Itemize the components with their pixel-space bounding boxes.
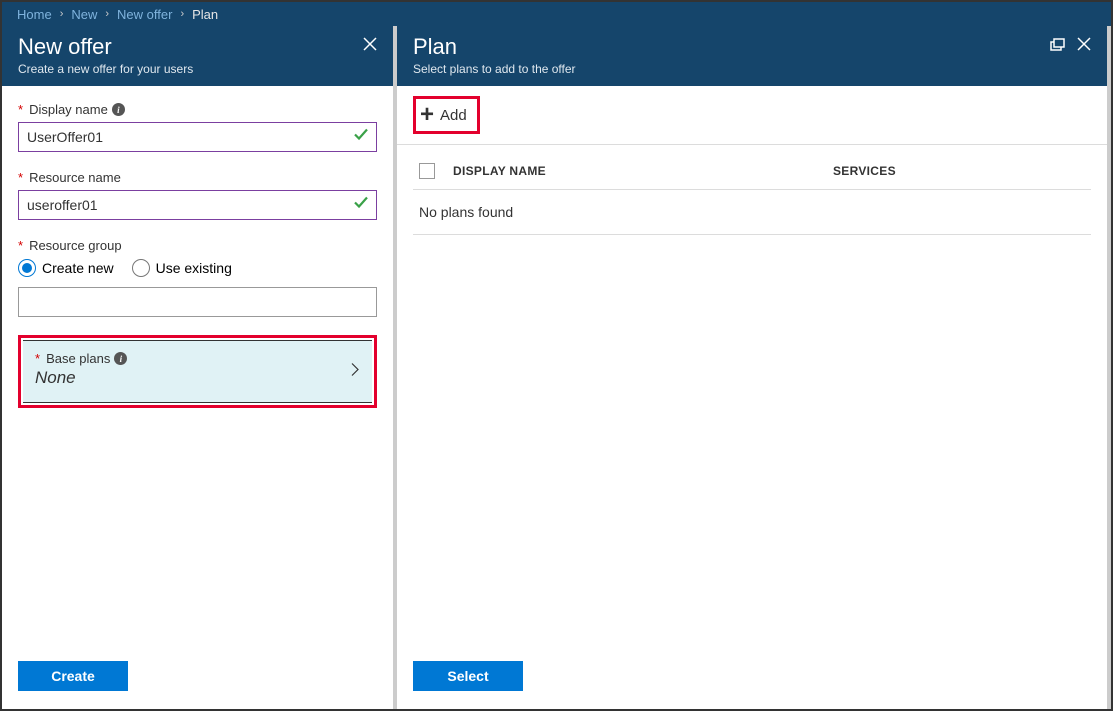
select-button[interactable]: Select (413, 661, 523, 691)
breadcrumb-link-new-offer[interactable]: New offer (117, 7, 172, 22)
close-icon[interactable] (1077, 37, 1091, 51)
column-header-services[interactable]: SERVICES (833, 164, 1091, 178)
display-name-label: * Display name i (18, 102, 377, 117)
plus-icon: + (420, 103, 434, 127)
display-name-input[interactable] (18, 122, 377, 152)
panel-header: Plan Select plans to add to the offer (397, 26, 1107, 86)
panel-subtitle: Select plans to add to the offer (413, 62, 576, 76)
check-icon (353, 127, 369, 148)
restore-icon[interactable] (1050, 38, 1065, 51)
breadcrumb: Home › New › New offer › Plan (2, 2, 1111, 26)
chevron-right-icon (350, 361, 360, 382)
plan-panel: Plan Select plans to add to the offer + … (397, 26, 1111, 709)
required-icon: * (18, 238, 23, 253)
radio-use-existing[interactable]: Use existing (132, 259, 232, 277)
required-icon: * (18, 102, 23, 117)
resource-name-input[interactable] (18, 190, 377, 220)
base-plans-value: None (35, 368, 360, 388)
resource-name-label: * Resource name (18, 170, 377, 185)
chevron-right-icon: › (105, 8, 109, 20)
breadcrumb-link-new[interactable]: New (71, 7, 97, 22)
close-icon[interactable] (363, 37, 377, 51)
new-offer-panel: New offer Create a new offer for your us… (2, 26, 397, 709)
radio-create-new[interactable]: Create new (18, 259, 114, 277)
panel-title: Plan (413, 34, 576, 60)
empty-state: No plans found (413, 190, 1091, 235)
info-icon[interactable]: i (112, 103, 125, 116)
create-button[interactable]: Create (18, 661, 128, 691)
chevron-right-icon: › (180, 8, 184, 20)
breadcrumb-link-home[interactable]: Home (17, 7, 52, 22)
required-icon: * (35, 351, 40, 366)
select-all-checkbox[interactable] (419, 163, 435, 179)
panel-header: New offer Create a new offer for your us… (2, 26, 393, 86)
column-header-display-name[interactable]: DISPLAY NAME (453, 164, 833, 178)
base-plans-highlight: * Base plans i None (18, 335, 377, 408)
base-plans-selector[interactable]: * Base plans i None (23, 340, 372, 403)
breadcrumb-current: Plan (192, 7, 218, 22)
resource-group-input[interactable] (18, 287, 377, 317)
chevron-right-icon: › (60, 8, 64, 20)
resource-group-label: * Resource group (18, 238, 377, 253)
add-button-highlight: + Add (413, 96, 480, 134)
panel-title: New offer (18, 34, 193, 60)
add-button[interactable]: + Add (416, 99, 477, 131)
panel-subtitle: Create a new offer for your users (18, 62, 193, 76)
table-header-row: DISPLAY NAME SERVICES (413, 145, 1091, 190)
toolbar: + Add (397, 86, 1107, 145)
required-icon: * (18, 170, 23, 185)
check-icon (353, 195, 369, 216)
info-icon[interactable]: i (114, 352, 127, 365)
